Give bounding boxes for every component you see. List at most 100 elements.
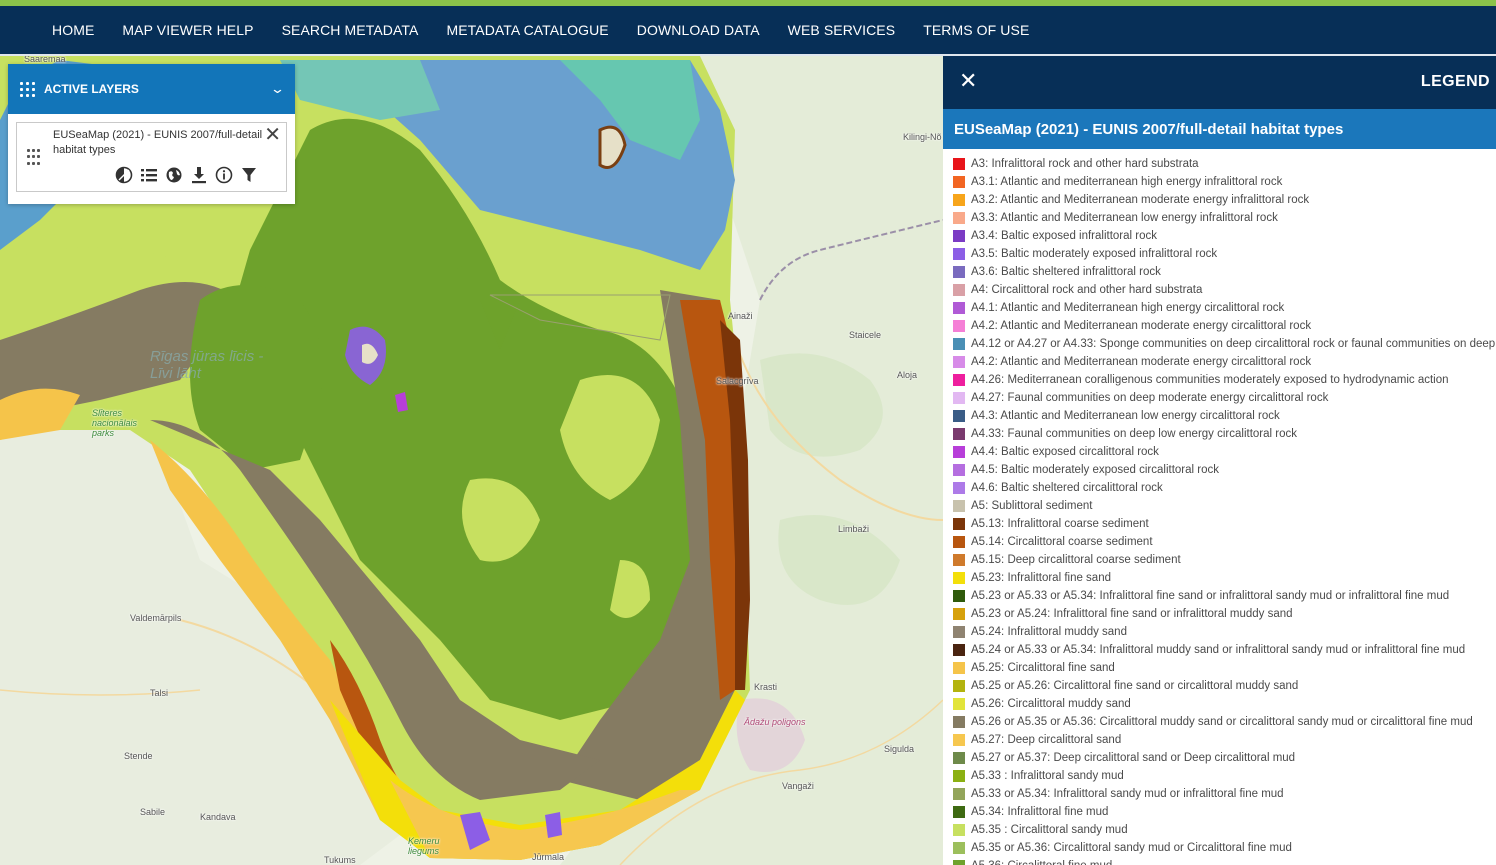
legend-item: A5.14: Circalittoral coarse sediment xyxy=(943,533,1496,551)
legend-panel: ✕ LEGEND EUSeaMap (2021) - EUNIS 2007/fu… xyxy=(943,56,1496,865)
legend-item: A4.12 or A4.27 or A4.33: Sponge communit… xyxy=(943,335,1496,353)
legend-item: A5.24 or A5.33 or A5.34: Infralittoral m… xyxy=(943,641,1496,659)
download-icon[interactable] xyxy=(186,165,211,185)
legend-swatch xyxy=(953,176,965,188)
legend-swatch xyxy=(953,554,965,566)
legend-item: A3: Infralittoral rock and other hard su… xyxy=(943,155,1496,173)
map-place-label: Rīgas jūras līcis - Līvi lāht xyxy=(150,348,264,382)
legend-item: A5: Sublittoral sediment xyxy=(943,497,1496,515)
legend-item: A5.27 or A5.37: Deep circalittoral sand … xyxy=(943,749,1496,767)
legend-list: A3: Infralittoral rock and other hard su… xyxy=(943,149,1496,865)
active-layers-header[interactable]: ACTIVE LAYERS ⌄ xyxy=(8,64,295,114)
globe-icon[interactable] xyxy=(161,165,186,185)
chevron-down-icon[interactable]: ⌄ xyxy=(270,81,285,97)
legend-swatch xyxy=(953,770,965,782)
legend-item-label: A5.26 or A5.35 or A5.36: Circalittoral m… xyxy=(971,716,1473,728)
legend-item: A5.25 or A5.26: Circalittoral fine sand … xyxy=(943,677,1496,695)
legend-item-label: A4.33: Faunal communities on deep low en… xyxy=(971,428,1297,440)
nav-item-download-data[interactable]: DOWNLOAD DATA xyxy=(637,22,760,38)
map-place-label: Vangaži xyxy=(782,781,814,791)
legend-item-label: A4.5: Baltic moderately exposed circalit… xyxy=(971,464,1219,476)
legend-item: A3.1: Atlantic and mediterranean high en… xyxy=(943,173,1496,191)
legend-swatch xyxy=(953,806,965,818)
legend-item-label: A5.27: Deep circalittoral sand xyxy=(971,734,1122,746)
map-place-label: Salacgrīva xyxy=(716,376,759,386)
map-place-label: Limbaži xyxy=(838,524,870,534)
nav-item-metadata-catalogue[interactable]: METADATA CATALOGUE xyxy=(446,22,608,38)
legend-item-label: A3.2: Atlantic and Mediterranean moderat… xyxy=(971,194,1310,206)
map-place-label: Sigulda xyxy=(884,744,915,754)
legend-item: A3.2: Atlantic and Mediterranean moderat… xyxy=(943,191,1496,209)
remove-layer-close-icon[interactable]: ✕ xyxy=(264,124,281,146)
legend-swatch xyxy=(953,212,965,224)
legend-swatch xyxy=(953,266,965,278)
legend-swatch xyxy=(953,302,965,314)
legend-swatch xyxy=(953,536,965,548)
legend-item: A5.26: Circalittoral muddy sand xyxy=(943,695,1496,713)
legend-item-label: A4.27: Faunal communities on deep modera… xyxy=(971,392,1329,404)
map-place-label: Ainaži xyxy=(728,311,753,321)
legend-item-label: A5.35 or A5.36: Circalittoral sandy mud … xyxy=(971,842,1292,854)
legend-item-label: A3.5: Baltic moderately exposed infralit… xyxy=(971,248,1218,260)
legend-swatch xyxy=(953,788,965,800)
map-place-label: Kilingi-Nõ xyxy=(903,132,942,142)
close-legend-icon[interactable]: ✕ xyxy=(959,68,977,94)
map-place-label: Jūrmala xyxy=(532,852,565,862)
nav-item-home[interactable]: HOME xyxy=(52,22,94,38)
legend-item: A5.25: Circalittoral fine sand xyxy=(943,659,1496,677)
legend-item: A4.4: Baltic exposed circalittoral rock xyxy=(943,443,1496,461)
legend-item: A3.4: Baltic exposed infralittoral rock xyxy=(943,227,1496,245)
legend-swatch xyxy=(953,752,965,764)
legend-item: A4.2: Atlantic and Mediterranean moderat… xyxy=(943,317,1496,335)
legend-header: ✕ LEGEND xyxy=(943,56,1496,109)
legend-swatch xyxy=(953,626,965,638)
legend-item-label: A4.26: Mediterranean coralligenous commu… xyxy=(971,374,1449,386)
map-place-label: Talsi xyxy=(150,688,169,698)
nav-item-map-viewer-help[interactable]: MAP VIEWER HELP xyxy=(122,22,253,38)
legend-swatch xyxy=(953,572,965,584)
layer-tools xyxy=(111,165,261,185)
legend-item: A5.33 : Infralittoral sandy mud xyxy=(943,767,1496,785)
legend-swatch xyxy=(953,464,965,476)
legend-item: A5.23 or A5.24: Infralittoral fine sand … xyxy=(943,605,1496,623)
info-icon[interactable] xyxy=(211,165,236,185)
legend-item: A4.27: Faunal communities on deep modera… xyxy=(943,389,1496,407)
legend-item-label: A3.6: Baltic sheltered infralittoral roc… xyxy=(971,266,1161,278)
legend-item: A5.15: Deep circalittoral coarse sedimen… xyxy=(943,551,1496,569)
layer-card: EUSeaMap (2021) - EUNIS 2007/full-detail… xyxy=(16,122,287,192)
legend-item-label: A3: Infralittoral rock and other hard su… xyxy=(971,158,1199,170)
legend-item-label: A4: Circalittoral rock and other hard su… xyxy=(971,284,1203,296)
active-layers-title: ACTIVE LAYERS xyxy=(44,82,139,96)
main-navbar: HOME MAP VIEWER HELP SEARCH METADATA METADA… xyxy=(0,6,1496,54)
filter-icon[interactable] xyxy=(236,165,261,185)
legend-item-label: A4.2: Atlantic and Mediterranean moderat… xyxy=(971,320,1312,332)
opacity-icon[interactable] xyxy=(111,165,136,185)
layer-drag-handle-icon[interactable] xyxy=(27,149,40,166)
legend-title: LEGEND xyxy=(1420,73,1490,90)
nav-item-terms-of-use[interactable]: TERMS OF USE xyxy=(923,22,1029,38)
legend-item: A4: Circalittoral rock and other hard su… xyxy=(943,281,1496,299)
legend-swatch xyxy=(953,230,965,242)
legend-layer-title: EUSeaMap (2021) - EUNIS 2007/full-detail… xyxy=(943,109,1496,149)
list-icon[interactable] xyxy=(136,165,161,185)
legend-item: A3.6: Baltic sheltered infralittoral roc… xyxy=(943,263,1496,281)
legend-item: A3.3: Atlantic and Mediterranean low ene… xyxy=(943,209,1496,227)
legend-item-label: A4.3: Atlantic and Mediterranean low ene… xyxy=(971,410,1280,422)
legend-item-label: A5.14: Circalittoral coarse sediment xyxy=(971,536,1153,548)
legend-item: A5.36: Circalittoral fine mud xyxy=(943,857,1496,865)
legend-item: A5.34: Infralittoral fine mud xyxy=(943,803,1496,821)
legend-item: A5.23: Infralittoral fine sand xyxy=(943,569,1496,587)
nav-item-search-metadata[interactable]: SEARCH METADATA xyxy=(282,22,419,38)
nav-item-web-services[interactable]: WEB SERVICES xyxy=(788,22,896,38)
legend-item: A5.23 or A5.33 or A5.34: Infralittoral f… xyxy=(943,587,1496,605)
legend-swatch xyxy=(953,284,965,296)
map-place-label: Tukums xyxy=(324,855,356,865)
legend-item-label: A4.6: Baltic sheltered circalittoral roc… xyxy=(971,482,1163,494)
legend-item-label: A5.33 : Infralittoral sandy mud xyxy=(971,770,1124,782)
map-place-label: Ādažu poligons xyxy=(744,717,806,727)
legend-swatch xyxy=(953,374,965,386)
legend-item: A5.26 or A5.35 or A5.36: Circalittoral m… xyxy=(943,713,1496,731)
drag-grid-icon[interactable] xyxy=(20,81,35,97)
legend-item: A5.35 : Circalittoral sandy mud xyxy=(943,821,1496,839)
legend-swatch xyxy=(953,842,965,854)
